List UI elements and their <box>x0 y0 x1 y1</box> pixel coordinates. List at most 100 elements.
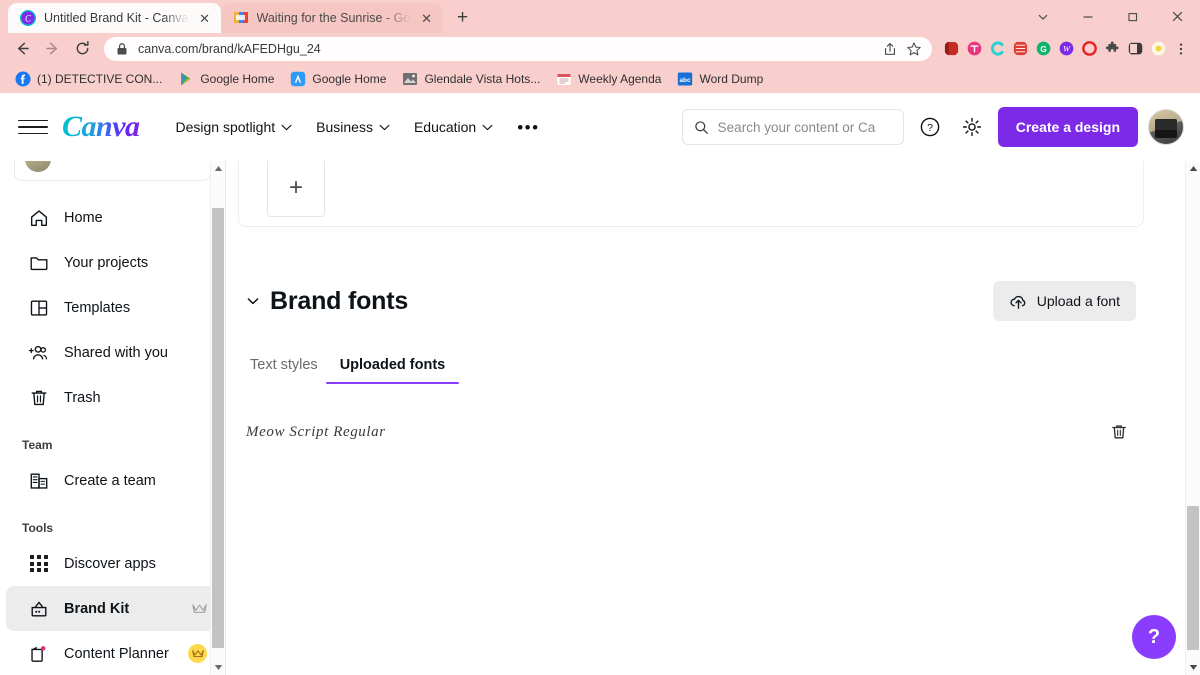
trash-icon <box>1112 425 1126 439</box>
kebab-menu-icon[interactable] <box>1170 38 1192 60</box>
green-g-extension-icon[interactable]: G <box>1032 38 1054 60</box>
nav-label: Design spotlight <box>175 119 276 135</box>
nav-design-spotlight[interactable]: Design spotlight <box>164 111 305 143</box>
help-floating-button[interactable]: ? <box>1132 615 1176 659</box>
abc-icon: abc <box>678 72 693 85</box>
bookmark-google-home-appstore[interactable]: Google Home <box>283 68 393 90</box>
bookmark-google-home-play[interactable]: Google Home <box>171 68 281 90</box>
red-o-extension-icon[interactable] <box>1078 38 1100 60</box>
play-store-icon <box>181 72 191 85</box>
sidebar-item-label: Discover apps <box>64 555 156 572</box>
pink-t-extension-icon[interactable] <box>963 38 985 60</box>
sidebar-item-discover-apps[interactable]: Discover apps <box>6 541 219 586</box>
sidebar-item-your-projects[interactable]: Your projects <box>6 240 219 285</box>
sidebar-section-team: Team <box>22 438 53 452</box>
window-controls <box>1020 0 1200 33</box>
profile-avatar-icon <box>25 161 51 172</box>
side-panel-extension-icon[interactable] <box>1124 38 1146 60</box>
bookmark-label: (1) DETECTIVE CON... <box>37 71 163 86</box>
upload-a-font-label: Upload a font <box>1036 293 1120 309</box>
profile-card[interactable] <box>14 161 211 181</box>
settings-button[interactable] <box>956 111 988 143</box>
window-maximize-icon[interactable] <box>1110 0 1155 33</box>
sidebar-item-trash[interactable]: Trash <box>6 375 219 420</box>
bookmark-detective-con[interactable]: (1) DETECTIVE CON... <box>8 68 169 90</box>
forward-button[interactable] <box>38 35 66 63</box>
tab-uploaded-fonts[interactable]: Uploaded fonts <box>325 353 459 384</box>
sidebar-item-label: Brand Kit <box>64 600 130 617</box>
browser-tab-canva[interactable]: C Untitled Brand Kit - Canva ✕ <box>8 3 221 33</box>
search-box[interactable] <box>681 109 904 145</box>
crown-gold-icon <box>188 644 207 663</box>
photo-icon <box>403 72 418 85</box>
create-a-design-button[interactable]: Create a design <box>997 107 1138 147</box>
main-scroll-thumb[interactable] <box>1186 506 1199 650</box>
uploaded-font-row[interactable]: Meow Script Regular <box>238 412 1144 452</box>
sidebar-item-brand-kit[interactable]: Brand Kit <box>6 586 219 631</box>
hamburger-icon[interactable] <box>18 112 48 142</box>
window-minimize-icon[interactable] <box>1065 0 1110 33</box>
sidebar-scrollbar[interactable] <box>210 161 225 675</box>
svg-text:C: C <box>25 14 32 24</box>
help-button[interactable]: ? <box>914 111 946 143</box>
sidebar-item-home[interactable]: Home <box>6 195 219 240</box>
sidebar-item-label: Your projects <box>64 254 149 271</box>
sidebar-item-label: Shared with you <box>64 344 168 361</box>
apps-grid-icon <box>28 553 50 575</box>
nav-business[interactable]: Business <box>304 111 402 143</box>
font-name: Meow Script Regular <box>246 423 386 440</box>
scroll-up-arrow-icon[interactable] <box>1186 161 1200 176</box>
tab-close-icon[interactable]: ✕ <box>419 10 435 26</box>
scroll-down-arrow-icon[interactable] <box>1186 660 1200 675</box>
main-scrollbar[interactable] <box>1185 161 1200 675</box>
gear-icon <box>962 117 981 137</box>
main-scroll-track[interactable] <box>1186 176 1200 660</box>
tab-search-chevron-icon[interactable] <box>1020 0 1065 33</box>
yellow-profile-extension-icon[interactable] <box>1147 38 1169 60</box>
browser-tab-google-slides[interactable]: Waiting for the Sunrise - Google ✕ <box>220 3 443 33</box>
folder-icon <box>30 256 48 270</box>
sidebar-item-content-planner[interactable]: Content Planner <box>6 631 219 675</box>
teal-c-extension-icon[interactable] <box>986 38 1008 60</box>
sidebar-item-shared-with-you[interactable]: Shared with you <box>6 330 219 375</box>
sidebar-scroll-thumb[interactable] <box>211 208 224 648</box>
address-bar[interactable]: canva.com/brand/kAFEDHgu_24 <box>104 36 932 61</box>
tab-text-styles[interactable]: Text styles <box>246 353 322 384</box>
purple-w-extension-icon[interactable]: W <box>1055 38 1077 60</box>
canva-logo[interactable]: Canva <box>62 110 140 144</box>
window-close-icon[interactable] <box>1155 0 1200 33</box>
tab-close-icon[interactable]: ✕ <box>197 10 213 26</box>
back-button[interactable] <box>8 35 36 63</box>
bookmark-weekly-agenda[interactable]: Weekly Agenda <box>549 68 668 90</box>
svg-text:?: ? <box>927 122 933 134</box>
new-tab-button[interactable]: + <box>449 4 477 32</box>
bookmark-word-dump[interactable]: abc Word Dump <box>670 68 770 90</box>
home-icon <box>30 209 48 226</box>
sidebar-item-templates[interactable]: Templates <box>6 285 219 330</box>
bookmark-glendale-vista[interactable]: Glendale Vista Hots... <box>395 68 547 90</box>
sidebar-scroll-track[interactable] <box>211 176 226 660</box>
add-color-button[interactable]: + <box>267 161 325 217</box>
nav-more-button[interactable]: ••• <box>505 113 551 142</box>
main-content: + Brand fonts Upload a font Text styles … <box>226 161 1200 675</box>
puzzle-extension-icon[interactable] <box>1101 38 1123 60</box>
avatar[interactable] <box>1148 109 1184 145</box>
star-icon[interactable] <box>906 41 922 57</box>
upload-a-font-button[interactable]: Upload a font <box>992 281 1136 321</box>
nav-education[interactable]: Education <box>402 111 505 143</box>
brand-fonts-section-header: Brand fonts Upload a font <box>238 281 1144 321</box>
nav-label: Education <box>413 119 477 135</box>
chevron-down-icon[interactable] <box>246 294 260 308</box>
scroll-up-arrow-icon[interactable] <box>211 161 226 176</box>
red-stripes-extension-icon[interactable] <box>1009 38 1031 60</box>
chevron-down-icon <box>281 124 292 130</box>
delete-font-button[interactable] <box>1106 419 1132 445</box>
scroll-down-arrow-icon[interactable] <box>211 660 226 675</box>
share-icon[interactable] <box>882 41 898 57</box>
red-book-extension-icon[interactable] <box>940 38 962 60</box>
sidebar-inner: Home Your projects Templates Shared with… <box>0 161 225 675</box>
sidebar-item-create-a-team[interactable]: Create a team <box>6 458 219 503</box>
sidebar-nav-list: Home Your projects Templates Shared with… <box>0 195 225 420</box>
reload-button[interactable] <box>68 35 96 63</box>
search-input[interactable] <box>717 119 892 135</box>
